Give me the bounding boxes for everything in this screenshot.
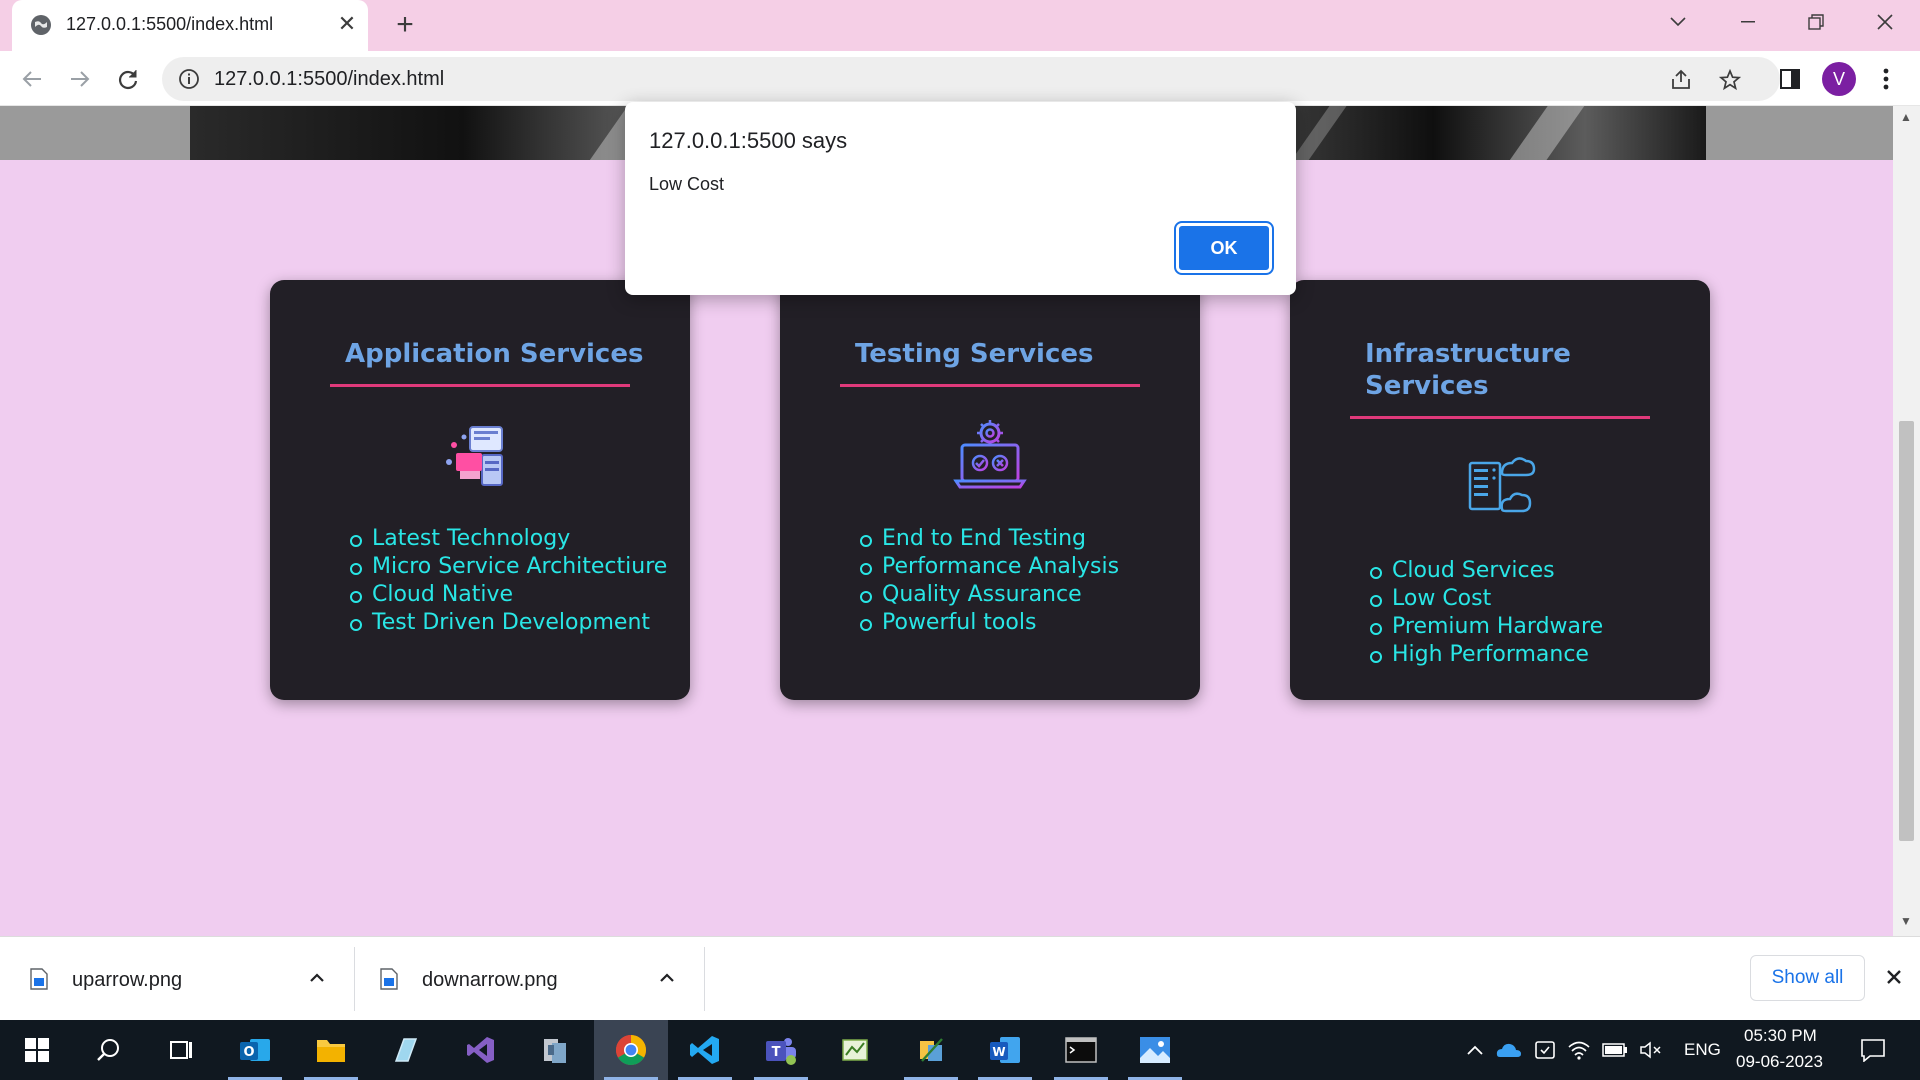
developer-icon bbox=[446, 426, 503, 486]
chevron-up-icon[interactable] bbox=[654, 965, 680, 991]
image-file-icon bbox=[380, 968, 398, 990]
scroll-up-icon[interactable]: ▲ bbox=[1900, 110, 1912, 124]
clock-time[interactable]: 05:30 PM bbox=[1744, 1026, 1817, 1046]
globe-icon bbox=[31, 15, 51, 35]
notifications-icon[interactable] bbox=[1858, 1038, 1888, 1062]
forward-icon[interactable] bbox=[62, 61, 98, 97]
archive-icon[interactable] bbox=[518, 1020, 592, 1080]
card-divider bbox=[1350, 416, 1650, 419]
card-title: Application Services bbox=[345, 339, 644, 369]
list-item: Quality Assurance bbox=[860, 581, 1119, 609]
service-card-application: Application Services Latest Technology M… bbox=[270, 280, 690, 700]
battery-icon[interactable] bbox=[1602, 1038, 1628, 1062]
page-scrollbar[interactable]: ▲ ▼ bbox=[1893, 106, 1920, 936]
list-item: Powerful tools bbox=[860, 609, 1119, 637]
chevron-up-icon[interactable] bbox=[1462, 1038, 1488, 1062]
new-tab-button[interactable]: + bbox=[388, 9, 422, 43]
taskbar: O T W ENG 05:30 PM 09-06-2023 bbox=[0, 1020, 1920, 1080]
spreadsheet-icon[interactable] bbox=[818, 1020, 892, 1080]
list-item: High Performance bbox=[1370, 641, 1603, 669]
list-item: Performance Analysis bbox=[860, 553, 1119, 581]
feature-list: End to End Testing Performance Analysis … bbox=[860, 525, 1119, 637]
visual-studio-icon[interactable] bbox=[444, 1020, 518, 1080]
tab-search-icon[interactable] bbox=[1643, 0, 1713, 44]
search-icon[interactable] bbox=[72, 1020, 146, 1080]
feature-list: Latest Technology Micro Service Architec… bbox=[350, 525, 667, 637]
chevron-up-icon[interactable] bbox=[304, 965, 330, 991]
tool-icon[interactable] bbox=[894, 1020, 968, 1080]
feature-list: Cloud Services Low Cost Premium Hardware… bbox=[1370, 557, 1603, 669]
teams-icon[interactable]: T bbox=[744, 1020, 818, 1080]
list-item: Test Driven Development bbox=[350, 609, 667, 637]
tab-strip: 127.0.0.1:5500/index.html ✕ + bbox=[0, 0, 1920, 51]
close-icon[interactable] bbox=[1880, 963, 1908, 991]
svg-text:O: O bbox=[243, 1045, 254, 1060]
word-icon[interactable]: W bbox=[968, 1020, 1042, 1080]
download-item[interactable]: downarrow.png bbox=[350, 949, 700, 1009]
service-card-testing: Testing Services End to End Testing Perf… bbox=[780, 280, 1200, 700]
list-item: Latest Technology bbox=[350, 525, 667, 553]
vscode-icon[interactable] bbox=[668, 1020, 742, 1080]
more-menu-icon[interactable] bbox=[1872, 65, 1900, 93]
outlook-icon[interactable]: O bbox=[218, 1020, 292, 1080]
scrollbar-thumb[interactable] bbox=[1899, 421, 1914, 841]
download-filename: uparrow.png bbox=[72, 969, 183, 991]
onedrive-icon[interactable] bbox=[1496, 1038, 1522, 1062]
profile-avatar[interactable]: V bbox=[1822, 62, 1856, 96]
restore-icon[interactable] bbox=[1781, 0, 1851, 44]
notepad-icon[interactable] bbox=[368, 1020, 442, 1080]
dialog-message: Low Cost bbox=[649, 174, 725, 194]
address-bar[interactable]: 127.0.0.1:5500/index.html bbox=[162, 57, 1780, 101]
window-close-icon[interactable] bbox=[1850, 0, 1920, 44]
list-item: End to End Testing bbox=[860, 525, 1119, 553]
language-indicator[interactable]: ENG bbox=[1684, 1040, 1721, 1060]
list-item: Cloud Native bbox=[350, 581, 667, 609]
bookmark-star-icon[interactable] bbox=[1716, 66, 1744, 94]
browser-tab[interactable]: 127.0.0.1:5500/index.html ✕ bbox=[12, 0, 368, 51]
card-title: Infrastructure Services bbox=[1365, 339, 1571, 401]
alert-dialog: 127.0.0.1:5500 says Low Cost OK bbox=[625, 102, 1296, 295]
back-icon[interactable] bbox=[14, 61, 50, 97]
reload-icon[interactable] bbox=[110, 61, 146, 97]
tab-close-icon[interactable]: ✕ bbox=[334, 11, 360, 37]
list-item: Cloud Services bbox=[1370, 557, 1603, 585]
laptop-gear-icon bbox=[953, 420, 1027, 489]
server-cloud-icon bbox=[1468, 457, 1536, 513]
list-item: Low Cost bbox=[1370, 585, 1603, 613]
scroll-down-icon[interactable]: ▼ bbox=[1900, 914, 1912, 928]
url-text[interactable]: 127.0.0.1:5500/index.html bbox=[214, 68, 444, 91]
dialog-title: 127.0.0.1:5500 says bbox=[649, 128, 848, 153]
download-bar: uparrow.png downarrow.png Show all bbox=[0, 936, 1920, 1020]
side-panel-icon[interactable] bbox=[1772, 61, 1808, 97]
wifi-icon[interactable] bbox=[1566, 1038, 1592, 1062]
start-icon[interactable] bbox=[0, 1020, 74, 1080]
svg-text:T: T bbox=[772, 1045, 781, 1060]
card-divider bbox=[330, 384, 630, 387]
share-icon[interactable] bbox=[1667, 66, 1695, 94]
file-explorer-icon[interactable] bbox=[294, 1020, 368, 1080]
image-file-icon bbox=[30, 968, 48, 990]
list-item: Premium Hardware bbox=[1370, 613, 1603, 641]
show-all-button[interactable]: Show all bbox=[1750, 955, 1865, 1001]
volume-muted-icon[interactable] bbox=[1638, 1038, 1664, 1062]
card-divider bbox=[840, 384, 1140, 387]
security-icon[interactable] bbox=[1532, 1038, 1558, 1062]
divider bbox=[704, 947, 705, 1011]
service-card-infrastructure: Infrastructure Services Cloud Services L… bbox=[1290, 280, 1710, 700]
ok-button[interactable]: OK bbox=[1174, 221, 1274, 275]
photos-icon[interactable] bbox=[1118, 1020, 1192, 1080]
chrome-icon[interactable] bbox=[594, 1020, 668, 1080]
minimize-icon[interactable] bbox=[1713, 0, 1783, 44]
browser-toolbar: 127.0.0.1:5500/index.html V bbox=[0, 51, 1920, 106]
terminal-icon[interactable] bbox=[1044, 1020, 1118, 1080]
download-filename: downarrow.png bbox=[422, 969, 558, 991]
download-item[interactable]: uparrow.png bbox=[0, 949, 350, 1009]
list-item: Micro Service Architectiure bbox=[350, 553, 667, 581]
task-view-icon[interactable] bbox=[144, 1020, 218, 1080]
tab-title: 127.0.0.1:5500/index.html bbox=[66, 14, 274, 34]
svg-text:W: W bbox=[992, 1045, 1005, 1059]
clock-date[interactable]: 09-06-2023 bbox=[1736, 1052, 1823, 1072]
card-title: Testing Services bbox=[855, 339, 1094, 369]
site-info-icon[interactable] bbox=[178, 68, 200, 90]
